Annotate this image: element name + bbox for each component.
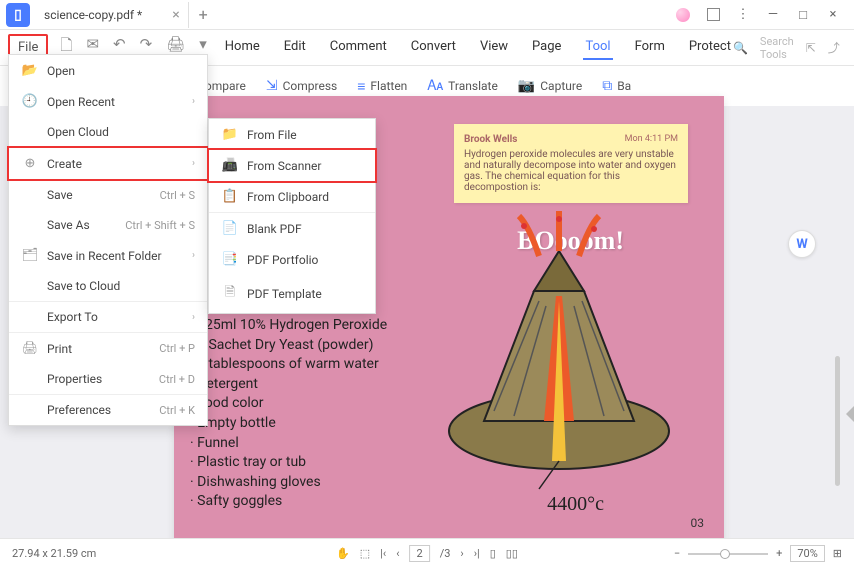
- menu-print[interactable]: 🖨PrintCtrl + P: [9, 333, 207, 364]
- upload-icon[interactable]: ⤴: [828, 39, 840, 56]
- tool-capture[interactable]: 📷Capture: [512, 74, 588, 98]
- zoom-out-icon[interactable]: −: [674, 547, 680, 560]
- menu-open[interactable]: 📂Open: [9, 55, 207, 86]
- list-item: 125ml 10% Hydrogen Peroxide: [190, 316, 387, 336]
- avatar-dot[interactable]: [670, 2, 696, 28]
- menu-properties[interactable]: PropertiesCtrl + D: [9, 364, 207, 394]
- note-author: Brook Wells: [464, 134, 517, 145]
- zoom-slider[interactable]: [688, 553, 768, 555]
- menu-export-to[interactable]: Export To›: [9, 302, 207, 332]
- tab-page[interactable]: Page: [530, 35, 563, 60]
- tab-protect[interactable]: Protect: [687, 35, 733, 60]
- list-item: Dishwashing gloves: [190, 473, 387, 493]
- submenu-pdf-template[interactable]: 🗎PDF Template: [209, 275, 375, 313]
- add-tab-icon[interactable]: +: [199, 5, 208, 24]
- tool-compress[interactable]: ⇲Compress: [260, 74, 343, 98]
- volcano-illustration: [434, 211, 684, 491]
- list-item: 1 Sachet Dry Yeast (powder): [190, 336, 387, 356]
- current-page-field[interactable]: 2: [410, 545, 430, 562]
- search-icon[interactable]: 🔍: [733, 41, 748, 55]
- tool-flatten[interactable]: ≡Flatten: [351, 74, 413, 99]
- zoom-in-icon[interactable]: +: [776, 547, 782, 560]
- submenu-pdf-portfolio[interactable]: 📑PDF Portfolio: [209, 244, 375, 275]
- menu-save-cloud[interactable]: Save to Cloud: [9, 271, 207, 301]
- maximize-button[interactable]: □: [790, 2, 816, 28]
- prev-page-icon[interactable]: ‹: [396, 547, 399, 560]
- tab-title: science-copy.pdf *: [44, 8, 142, 22]
- note-time: Mon 4:11 PM: [625, 134, 678, 145]
- next-page-icon[interactable]: ›: [460, 547, 463, 560]
- ingredients-list: 125ml 10% Hydrogen Peroxide 1 Sachet Dry…: [190, 316, 387, 512]
- titlebar: ▯ science-copy.pdf * × + ⋮ — □ ×: [0, 0, 854, 30]
- tab-edit[interactable]: Edit: [282, 35, 308, 60]
- fit-icon[interactable]: ⊞: [833, 547, 842, 560]
- tab-home[interactable]: Home: [223, 35, 262, 60]
- select-tool-icon[interactable]: ⬚: [360, 547, 370, 560]
- list-item: Detergent: [190, 375, 387, 395]
- file-dropdown: 📂Open 🕘Open Recent› Open Cloud ⊕Create› …: [8, 54, 208, 426]
- menu-preferences[interactable]: PreferencesCtrl + K: [9, 395, 207, 425]
- single-page-icon[interactable]: ▯: [490, 547, 496, 560]
- last-page-icon[interactable]: ›|: [474, 547, 480, 560]
- total-pages: /3: [440, 547, 451, 560]
- menu-create[interactable]: ⊕Create›: [7, 146, 209, 181]
- share-icon[interactable]: ⇱: [806, 41, 816, 55]
- submenu-blank-pdf[interactable]: 📄Blank PDF: [209, 213, 375, 244]
- submenu-from-scanner[interactable]: 📠From Scanner: [207, 148, 377, 183]
- menu-save[interactable]: SaveCtrl + S: [9, 180, 207, 210]
- menu-open-recent[interactable]: 🕘Open Recent›: [9, 86, 207, 117]
- submenu-from-clipboard[interactable]: 📋From Clipboard: [209, 181, 375, 212]
- list-item: Empty bottle: [190, 414, 387, 434]
- app-icon: ▯: [6, 3, 30, 27]
- zoom-value[interactable]: 70%: [790, 545, 824, 562]
- expand-right-icon[interactable]: [846, 406, 854, 422]
- statusbar: 27.94 x 21.59 cm ✋ ⬚ |‹ ‹ 2 /3 › ›| ▯ ▯▯…: [0, 538, 854, 568]
- scrollbar[interactable]: [835, 356, 840, 486]
- menu-open-cloud[interactable]: Open Cloud: [9, 117, 207, 147]
- menu-save-as[interactable]: Save AsCtrl + Shift + S: [9, 210, 207, 240]
- tab-view[interactable]: View: [478, 35, 510, 60]
- create-submenu: 📁From File 📠From Scanner 📋From Clipboard…: [208, 118, 376, 314]
- list-item: Safty goggles: [190, 492, 387, 512]
- tab-tool[interactable]: Tool: [583, 35, 612, 60]
- close-button[interactable]: ×: [820, 2, 846, 28]
- kebab-icon[interactable]: ⋮: [730, 2, 756, 28]
- close-tab-icon[interactable]: ×: [172, 7, 179, 23]
- app-btn[interactable]: [700, 2, 726, 28]
- list-item: Food color: [190, 394, 387, 414]
- submenu-from-file[interactable]: 📁From File: [209, 119, 375, 150]
- hand-tool-icon[interactable]: ✋: [336, 547, 350, 560]
- menu-save-recent-folder[interactable]: 🗂Save in Recent Folder›: [9, 240, 207, 271]
- two-page-icon[interactable]: ▯▯: [506, 547, 518, 560]
- tab-convert[interactable]: Convert: [409, 35, 458, 60]
- list-item: 4 tablespoons of warm water: [190, 355, 387, 375]
- list-item: Plastic tray or tub: [190, 453, 387, 473]
- tool-translate[interactable]: 🗛Translate: [421, 74, 504, 98]
- note-body: Hydrogen peroxide molecules are very uns…: [464, 149, 678, 193]
- document-tab[interactable]: science-copy.pdf * ×: [36, 2, 189, 28]
- word-badge-icon[interactable]: W: [788, 230, 816, 258]
- temperature-label: 4400°c: [547, 493, 604, 516]
- first-page-icon[interactable]: |‹: [380, 547, 386, 560]
- sticky-note[interactable]: Brook Wells Mon 4:11 PM Hydrogen peroxid…: [454, 124, 688, 203]
- page-number: 03: [691, 516, 705, 530]
- search-tools-input[interactable]: Search Tools: [760, 35, 794, 61]
- list-item: Funnel: [190, 434, 387, 454]
- page-dimensions: 27.94 x 21.59 cm: [12, 547, 96, 560]
- tab-comment[interactable]: Comment: [328, 35, 389, 60]
- tab-form[interactable]: Form: [633, 35, 667, 60]
- tool-batch[interactable]: ⧉Ba: [596, 74, 637, 98]
- minimize-button[interactable]: —: [760, 2, 786, 28]
